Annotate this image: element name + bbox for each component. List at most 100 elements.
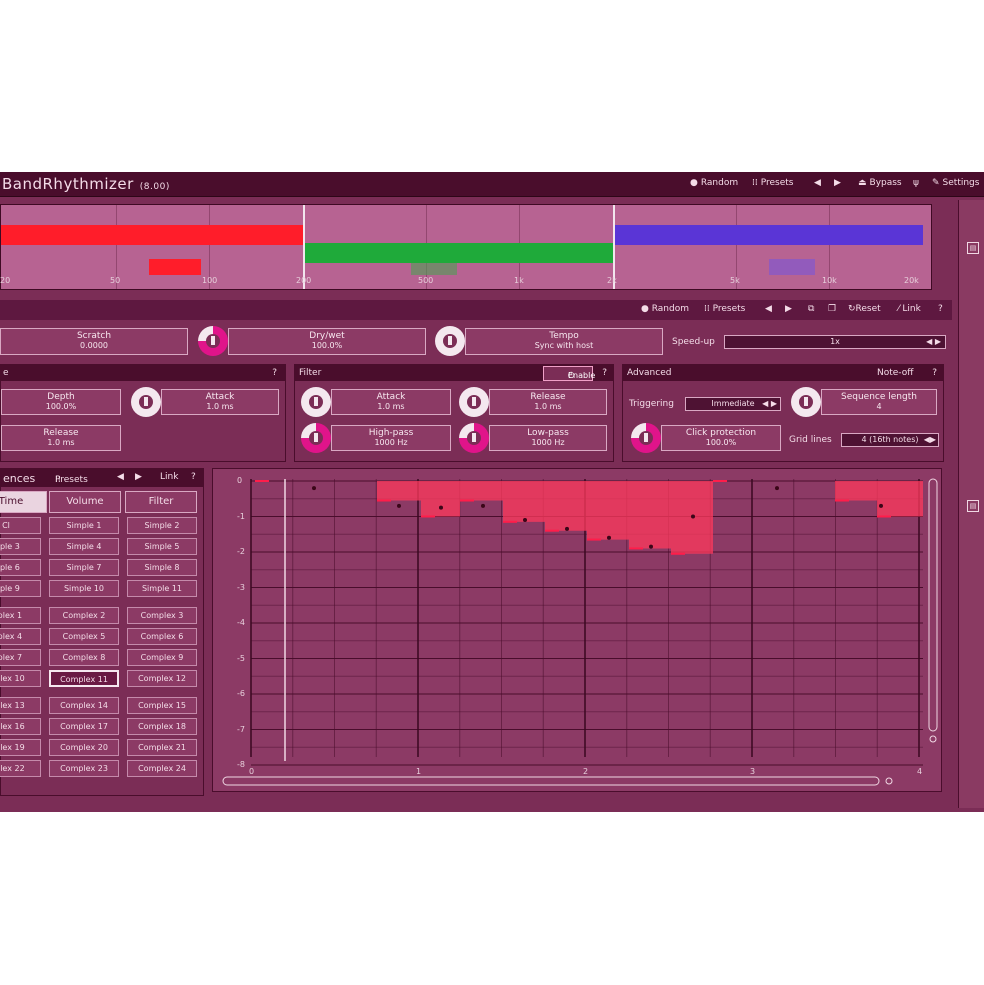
filter-attack-knob[interactable]: [301, 387, 331, 417]
zoom-horizontal-icon[interactable]: [885, 777, 893, 785]
scratch-field[interactable]: Scratch 0.0000: [0, 328, 188, 355]
preset-button[interactable]: Complex 9: [127, 649, 197, 666]
sequence-graph[interactable]: 0 -1 -2 -3 -4 -5 -6 -7 -8 0 1 2 3 4: [212, 468, 942, 792]
vertical-scrollbar[interactable]: [928, 478, 938, 732]
sequence-point[interactable]: [312, 486, 316, 491]
sequence-point[interactable]: [879, 503, 883, 508]
copy-button[interactable]: ⧉: [808, 304, 814, 314]
filter-release-knob[interactable]: [459, 387, 489, 417]
preset-button[interactable]: mplex 1: [0, 607, 41, 624]
preset-button[interactable]: mplex 19: [0, 739, 41, 756]
preset-button[interactable]: mple 3: [0, 538, 41, 555]
preset-next-button[interactable]: ▶: [834, 178, 841, 188]
drywet-knob[interactable]: [198, 326, 228, 356]
preset-button[interactable]: Simple 1: [49, 517, 119, 534]
expand-editor-button[interactable]: ▤: [967, 500, 979, 512]
attack-field[interactable]: Attack 1.0 ms: [161, 389, 279, 415]
filter-enable-button[interactable]: ⏻ Enable: [543, 366, 595, 381]
graph-canvas[interactable]: [213, 469, 943, 793]
band-preset-next-button[interactable]: ▶: [785, 304, 792, 314]
tab-time[interactable]: Time: [0, 491, 47, 513]
tempo-knob[interactable]: [435, 326, 465, 356]
sequence-point[interactable]: [691, 514, 695, 519]
seqlength-knob[interactable]: [791, 387, 821, 417]
preset-prev-button[interactable]: ◀: [814, 178, 821, 188]
sequence-point[interactable]: [523, 518, 527, 523]
band-2-bar[interactable]: [305, 243, 613, 263]
seq-prev-button[interactable]: ◀: [117, 472, 124, 482]
speedup-select[interactable]: 1x ◀ ▶: [724, 335, 946, 349]
sequence-point[interactable]: [649, 544, 653, 549]
preset-button[interactable]: Complex 11: [49, 670, 119, 687]
highpass-knob[interactable]: [301, 423, 331, 453]
advanced-help-button[interactable]: ?: [932, 368, 937, 378]
zoom-vertical-icon[interactable]: [929, 735, 937, 743]
noteoff-button[interactable]: Note-off: [877, 368, 913, 378]
preset-button[interactable]: Complex 5: [49, 628, 119, 645]
seqlength-field[interactable]: Sequence length 4: [821, 389, 937, 415]
preset-button[interactable]: Simple 11: [127, 580, 197, 597]
random-button[interactable]: ● Random: [690, 178, 738, 188]
band-3-bar[interactable]: [615, 225, 923, 245]
preset-button[interactable]: Simple 10: [49, 580, 119, 597]
preset-button[interactable]: mple 9: [0, 580, 41, 597]
band-preset-prev-button[interactable]: ◀: [765, 304, 772, 314]
attack-knob[interactable]: [131, 387, 161, 417]
preset-button[interactable]: Simple 4: [49, 538, 119, 555]
preset-button[interactable]: Cl: [0, 517, 41, 534]
band-display[interactable]: [0, 204, 932, 290]
sequence-point[interactable]: [565, 526, 569, 531]
band-1-bar[interactable]: [1, 225, 303, 245]
preset-button[interactable]: mplex 13: [0, 697, 41, 714]
preset-button[interactable]: Simple 2: [127, 517, 197, 534]
lowpass-field[interactable]: Low-pass 1000 Hz: [489, 425, 607, 451]
presets-button[interactable]: ⁞⁞ Presets: [752, 178, 794, 188]
triggering-select[interactable]: Immediate ◀ ▶: [685, 397, 781, 411]
depth-field[interactable]: Depth 100.0%: [1, 389, 121, 415]
preset-button[interactable]: mplex 4: [0, 628, 41, 645]
gridlines-select[interactable]: 4 (16th notes) ◀▶: [841, 433, 939, 447]
preset-button[interactable]: mple 6: [0, 559, 41, 576]
sequence-point[interactable]: [481, 503, 485, 508]
preset-button[interactable]: Complex 14: [49, 697, 119, 714]
paste-button[interactable]: ❐: [828, 304, 836, 314]
link-button[interactable]: ⁄ Link: [898, 304, 921, 314]
preset-button[interactable]: Complex 3: [127, 607, 197, 624]
sequence-point[interactable]: [607, 535, 611, 540]
sequence-point[interactable]: [397, 503, 401, 508]
preset-button[interactable]: Complex 21: [127, 739, 197, 756]
preset-button[interactable]: Simple 5: [127, 538, 197, 555]
preset-button[interactable]: mplex 22: [0, 760, 41, 777]
preset-button[interactable]: Complex 20: [49, 739, 119, 756]
expand-bands-button[interactable]: ▤: [967, 242, 979, 254]
band-presets-button[interactable]: ⁞⁞ Presets: [704, 304, 745, 314]
seq-next-button[interactable]: ▶: [135, 472, 142, 482]
preset-button[interactable]: Simple 8: [127, 559, 197, 576]
band-random-button[interactable]: ● Random: [641, 304, 689, 314]
preset-button[interactable]: Simple 7: [49, 559, 119, 576]
preset-button[interactable]: Complex 8: [49, 649, 119, 666]
help-button[interactable]: ?: [938, 304, 943, 314]
highpass-field[interactable]: High-pass 1000 Hz: [331, 425, 451, 451]
bypass-button[interactable]: ⏏ Bypass: [858, 178, 902, 188]
preset-button[interactable]: Complex 12: [127, 670, 197, 687]
lowpass-knob[interactable]: [459, 423, 489, 453]
tab-filter[interactable]: Filter: [125, 491, 197, 513]
tempo-field[interactable]: Tempo Sync with host: [465, 328, 663, 355]
sequence-point[interactable]: [775, 486, 779, 491]
envelope-help-button[interactable]: ?: [272, 368, 277, 378]
filter-release-field[interactable]: Release 1.0 ms: [489, 389, 607, 415]
drywet-field[interactable]: Dry/wet 100.0%: [228, 328, 426, 355]
clickprot-field[interactable]: Click protection 100.0%: [661, 425, 781, 451]
release-field[interactable]: Release 1.0 ms: [1, 425, 121, 451]
preset-button[interactable]: mplex 7: [0, 649, 41, 666]
filter-help-button[interactable]: ?: [602, 368, 607, 378]
clickprot-knob[interactable]: [631, 423, 661, 453]
mic-button[interactable]: ψ: [913, 178, 919, 188]
seq-link-button[interactable]: Link: [160, 472, 178, 482]
reset-button[interactable]: ↻Reset: [848, 304, 881, 314]
seq-help-button[interactable]: ?: [191, 472, 196, 482]
preset-button[interactable]: Complex 6: [127, 628, 197, 645]
preset-button[interactable]: Complex 15: [127, 697, 197, 714]
preset-button[interactable]: Complex 18: [127, 718, 197, 735]
